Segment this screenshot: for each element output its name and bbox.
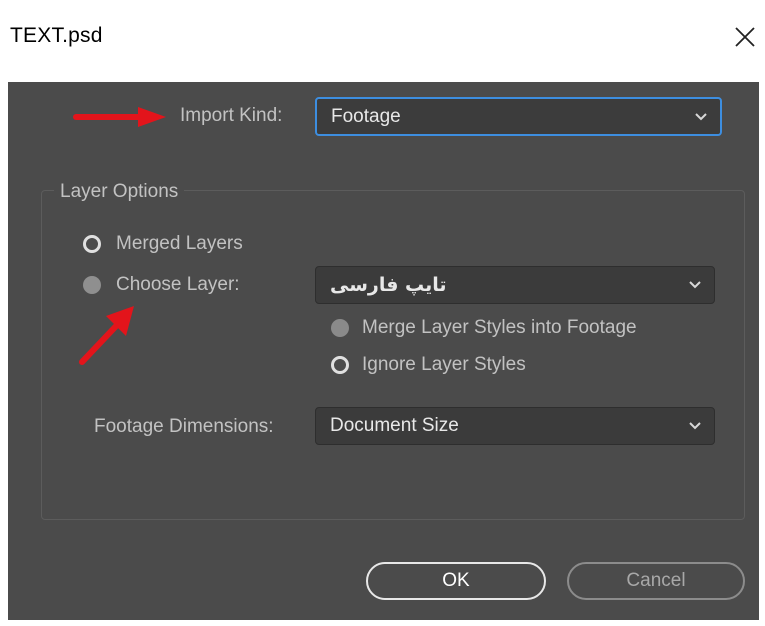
ok-button[interactable]: OK [366,562,546,600]
footage-dimensions-select[interactable]: Document Size [315,407,715,445]
chevron-down-icon [689,281,701,289]
title-bar: TEXT.psd [0,0,765,82]
merged-layers-label[interactable]: Merged Layers [116,233,243,255]
merge-layer-styles-label[interactable]: Merge Layer Styles into Footage [362,317,637,339]
chevron-down-icon [689,422,701,430]
choose-layer-radio[interactable] [83,276,101,294]
footage-dimensions-label: Footage Dimensions: [94,416,274,437]
ignore-layer-styles-label[interactable]: Ignore Layer Styles [362,354,526,376]
merged-layers-radio[interactable] [83,235,101,253]
import-kind-label: Import Kind: [180,105,283,126]
choose-layer-label[interactable]: Choose Layer: [116,274,240,296]
window-bottom-border [0,620,765,626]
ignore-layer-styles-radio[interactable] [331,356,349,374]
merge-layer-styles-radio[interactable] [331,319,349,337]
annotation-arrow [79,306,134,365]
annotation-arrow [73,107,166,127]
choose-layer-value: تایپ فارسی [330,274,447,296]
layer-options-title: Layer Options [54,181,185,203]
close-icon[interactable] [730,22,760,52]
window-title: TEXT.psd [10,24,103,47]
cancel-button[interactable]: Cancel [567,562,745,600]
import-kind-value: Footage [331,105,401,127]
import-kind-select[interactable]: Footage [315,97,722,136]
chevron-down-icon [695,112,707,120]
choose-layer-select[interactable]: تایپ فارسی [315,266,715,304]
footage-dimensions-value: Document Size [330,415,459,436]
